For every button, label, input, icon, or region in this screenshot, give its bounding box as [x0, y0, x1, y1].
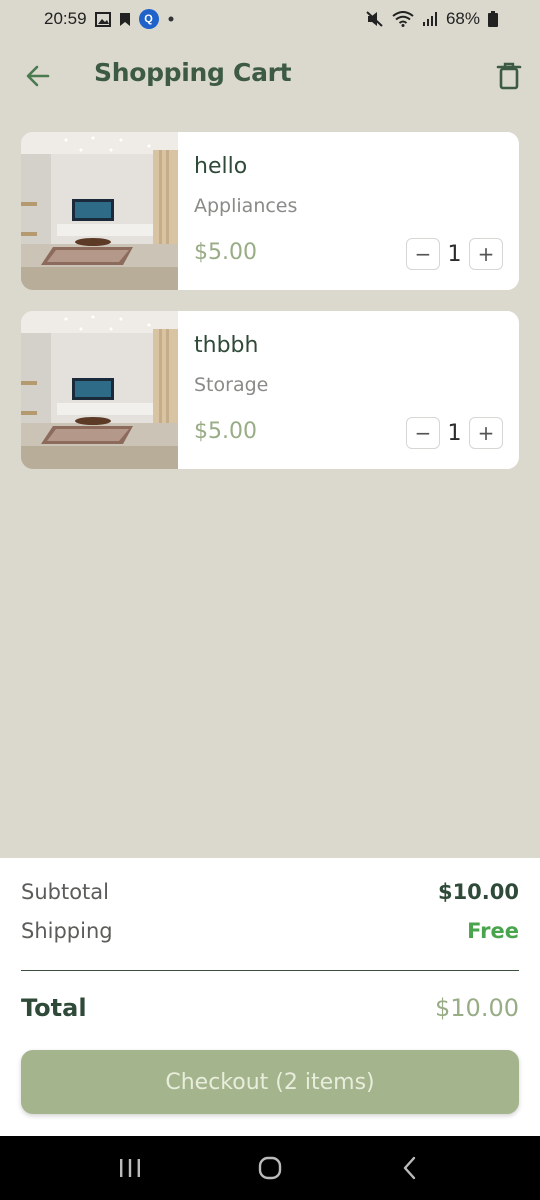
cart-item[interactable]: hello Appliances $5.00 − 1 + [21, 132, 519, 290]
shipping-row: Shipping Free [21, 919, 519, 943]
cart-item-body: hello Appliances $5.00 − 1 + [178, 132, 519, 290]
subtotal-value: $10.00 [437, 880, 519, 904]
back-nav-button[interactable] [390, 1148, 430, 1188]
summary-divider [21, 970, 519, 971]
battery-percent: 68% [445, 9, 480, 28]
subtotal-label: Subtotal [21, 880, 109, 904]
app-badge-icon: Q [138, 9, 159, 29]
mute-icon [366, 11, 384, 27]
trash-icon [496, 62, 522, 90]
item-name: thbbh [194, 333, 259, 358]
image-icon [94, 11, 111, 27]
recents-icon [120, 1159, 140, 1177]
total-label: Total [21, 994, 87, 1022]
quantity-value: 1 [447, 241, 462, 267]
recents-button[interactable] [110, 1148, 150, 1188]
increment-button[interactable]: + [469, 238, 503, 270]
item-category: Storage [194, 374, 269, 396]
home-icon [258, 1156, 282, 1180]
battery-icon [488, 11, 498, 27]
system-nav-bar [0, 1136, 540, 1200]
decrement-button[interactable]: − [406, 417, 440, 449]
item-price: $5.00 [194, 240, 257, 265]
cart-item[interactable]: thbbh Storage $5.00 − 1 + [21, 311, 519, 469]
dot-icon [167, 15, 175, 23]
page-title: Shopping Cart [94, 58, 292, 87]
decrement-button[interactable]: − [406, 238, 440, 270]
total-row: Total $10.00 [21, 994, 519, 1022]
back-button[interactable] [24, 62, 52, 90]
product-image [21, 311, 178, 469]
signal-icon [422, 12, 438, 26]
bookmark-icon [119, 12, 131, 27]
wifi-icon [392, 11, 414, 27]
total-value: $10.00 [435, 994, 519, 1022]
product-image [21, 132, 178, 290]
cart-list: hello Appliances $5.00 − 1 + thbbh Stora… [21, 132, 519, 490]
header: Shopping Cart [0, 52, 540, 98]
shipping-value: Free [467, 919, 519, 943]
status-right: 68% [366, 9, 498, 29]
item-name: hello [194, 154, 248, 179]
quantity-stepper: − 1 + [406, 417, 503, 449]
item-price: $5.00 [194, 419, 257, 444]
increment-button[interactable]: + [469, 417, 503, 449]
arrow-left-icon [26, 65, 50, 87]
cart-item-body: thbbh Storage $5.00 − 1 + [178, 311, 519, 469]
clear-cart-button[interactable] [496, 62, 522, 90]
home-button[interactable] [250, 1148, 290, 1188]
status-time: 20:59 [44, 9, 87, 28]
shipping-label: Shipping [21, 919, 113, 943]
item-category: Appliances [194, 195, 298, 217]
back-nav-icon [403, 1156, 416, 1180]
checkout-button[interactable]: Checkout (2 items) [21, 1050, 519, 1114]
quantity-value: 1 [447, 420, 462, 446]
order-summary: Subtotal $10.00 Shipping Free Total $10.… [0, 858, 540, 1136]
quantity-stepper: − 1 + [406, 238, 503, 270]
status-left: 20:59 Q [44, 9, 175, 29]
subtotal-row: Subtotal $10.00 [21, 880, 519, 904]
status-bar: 20:59 Q 68% [0, 0, 540, 38]
